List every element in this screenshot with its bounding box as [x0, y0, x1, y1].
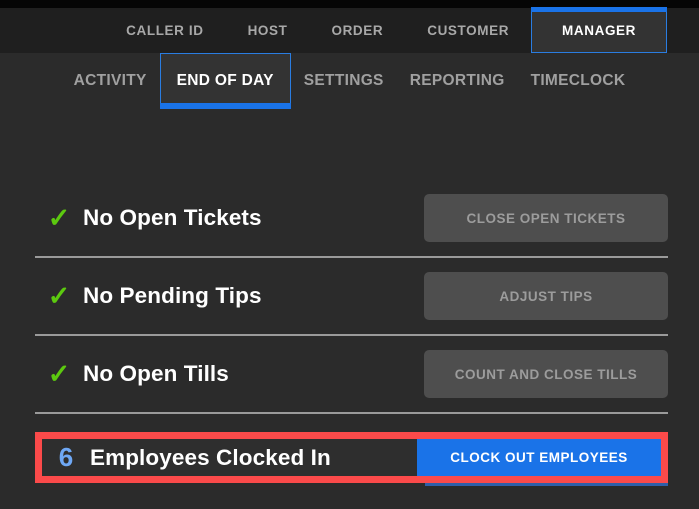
close-open-tickets-button[interactable]: CLOSE OPEN TICKETS [424, 194, 668, 242]
primary-tab-order[interactable]: ORDER [309, 8, 405, 53]
primary-tab-manager[interactable]: MANAGER [531, 7, 667, 53]
primary-tab-caller-id[interactable]: CALLER ID [104, 8, 225, 53]
primary-tab-customer[interactable]: CUSTOMER [405, 8, 531, 53]
clock-out-employees-button[interactable]: CLOCK OUT EMPLOYEES [417, 439, 661, 476]
count-and-close-tills-button[interactable]: COUNT AND CLOSE TILLS [424, 350, 668, 398]
checklist-row-label: No Open Tickets [83, 205, 262, 230]
tab-activity[interactable]: ACTIVITY [61, 53, 160, 108]
primary-tab-label: MANAGER [562, 22, 636, 38]
tab-reporting[interactable]: REPORTING [397, 53, 518, 108]
primary-tab-host[interactable]: HOST [226, 8, 310, 53]
tab-label: TIMECLOCK [530, 71, 626, 89]
primary-tab-label: HOST [247, 23, 288, 38]
primary-navigation: CALLER ID HOST ORDER CUSTOMER MANAGER [0, 7, 699, 53]
checklist-row-pending-tips: ✓ No Pending Tips ADJUST TIPS [35, 258, 668, 336]
secondary-navigation: ACTIVITY END OF DAY SETTINGS REPORTING T… [0, 53, 699, 109]
tab-label: ACTIVITY [73, 71, 147, 89]
check-icon: ✓ [47, 202, 71, 233]
end-of-day-checklist: ✓ No Open Tickets CLOSE OPEN TICKETS ✓ N… [35, 180, 668, 414]
tab-settings[interactable]: SETTINGS [291, 53, 397, 108]
button-shadow-strip [425, 483, 668, 486]
employees-clocked-in-count: 6 [58, 442, 74, 472]
end-of-day-screen: CALLER ID HOST ORDER CUSTOMER MANAGER AC… [0, 0, 699, 509]
check-icon: ✓ [47, 280, 71, 311]
tab-timeclock[interactable]: TIMECLOCK [518, 53, 639, 108]
primary-tab-label: ORDER [331, 23, 384, 38]
checklist-row-label: No Open Tills [83, 361, 229, 386]
highlight-annotation-box: 6 Employees Clocked In CLOCK OUT EMPLOYE… [35, 432, 668, 483]
checklist-row-employees-clocked-in: 6 Employees Clocked In CLOCK OUT EMPLOYE… [42, 439, 661, 476]
check-icon: ✓ [47, 358, 71, 389]
primary-nav-spacer [667, 8, 699, 53]
checklist-row-label: Employees Clocked In [90, 444, 331, 470]
checklist-row-open-tills: ✓ No Open Tills COUNT AND CLOSE TILLS [35, 336, 668, 414]
tab-label: SETTINGS [303, 71, 384, 89]
primary-tab-label: CUSTOMER [427, 23, 510, 38]
tab-label: REPORTING [409, 71, 505, 89]
checklist-row-label: No Pending Tips [83, 283, 262, 308]
checklist-row-open-tickets: ✓ No Open Tickets CLOSE OPEN TICKETS [35, 180, 668, 258]
tab-label: END OF DAY [176, 72, 274, 89]
tab-end-of-day[interactable]: END OF DAY [159, 53, 291, 109]
adjust-tips-button[interactable]: ADJUST TIPS [424, 272, 668, 320]
primary-tab-label: CALLER ID [126, 23, 204, 38]
